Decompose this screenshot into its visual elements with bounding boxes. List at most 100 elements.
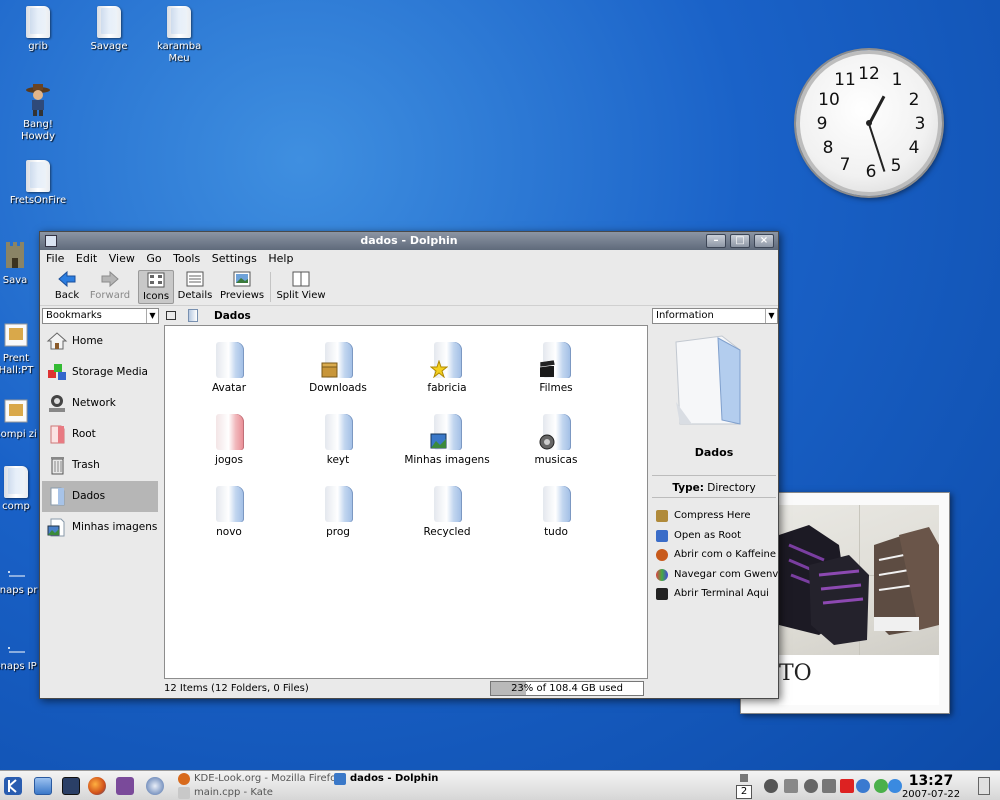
menu-settings[interactable]: Settings [212, 252, 257, 265]
clock-number: 7 [839, 155, 851, 175]
back-button[interactable]: Back [50, 270, 84, 301]
action-compress-here[interactable]: Compress Here [654, 506, 778, 526]
network-tray-icon[interactable] [804, 779, 818, 793]
menu-tools[interactable]: Tools [173, 252, 200, 265]
forward-button[interactable]: Forward [88, 270, 132, 301]
desktop-icon-label: snaps IP [0, 661, 37, 672]
folder-item[interactable]: keyt [288, 414, 388, 466]
folder-item[interactable]: tudo [506, 486, 606, 538]
menu-help[interactable]: Help [268, 252, 293, 265]
trash-applet-icon[interactable] [978, 777, 990, 795]
dolphin-window[interactable]: dados - Dolphin – □ × File Edit View Go … [39, 231, 779, 699]
bookmark-dados[interactable]: Dados [42, 481, 158, 512]
file-icon [167, 6, 191, 38]
desktop-icon-karamba[interactable]: karamba Meu [143, 6, 215, 65]
desktop-icon-bang-howdy[interactable]: Bang! Howdy [2, 82, 74, 143]
folder-item[interactable]: Recycled [397, 486, 497, 538]
konsole-icon[interactable] [62, 777, 80, 795]
klipper-icon[interactable] [856, 779, 870, 793]
folder-item[interactable]: Avatar [179, 342, 279, 394]
icons-view-button[interactable]: Icons [138, 270, 174, 304]
folder-item[interactable]: fabricia [397, 342, 497, 394]
folder-name: novo [216, 526, 242, 538]
folder-item[interactable]: Downloads [288, 342, 388, 394]
information-panel-selector[interactable]: Information ▼ [652, 308, 778, 324]
icons-view-icon [147, 272, 165, 288]
folder-icon [212, 414, 246, 450]
clock-number: 8 [822, 138, 834, 158]
taskbar-clock[interactable]: 13:27 2007-07-22 [898, 773, 964, 800]
file-view[interactable]: Avatar Downloads fabricia Filmes jogos keyt Mi… [164, 325, 648, 679]
warning-icon[interactable] [840, 779, 854, 793]
bookmark-trash[interactable]: Trash [42, 450, 158, 481]
menu-edit[interactable]: Edit [76, 252, 97, 265]
image-file-icon [8, 647, 25, 653]
terminal-icon [656, 588, 668, 600]
menu-file[interactable]: File [46, 252, 64, 265]
folder-item[interactable]: prog [288, 486, 388, 538]
folder-item[interactable]: novo [179, 486, 279, 538]
clipboard-icon[interactable] [784, 779, 798, 793]
menu-view[interactable]: View [109, 252, 135, 265]
eye-icon[interactable] [764, 779, 778, 793]
bookmark-home[interactable]: Home [42, 326, 158, 357]
location-breadcrumb[interactable]: Dados [214, 308, 251, 324]
forward-arrow-icon [101, 270, 119, 288]
window-menu-icon[interactable] [45, 235, 57, 247]
tray-app-icon[interactable] [874, 779, 888, 793]
root-folder-icon [50, 425, 65, 444]
folder-item[interactable]: Filmes [506, 342, 606, 394]
clock-number: 1 [891, 70, 903, 90]
desktop-icon[interactable] [34, 777, 52, 795]
action-open-terminal[interactable]: Abrir Terminal Aqui [654, 584, 778, 604]
package-icon [4, 323, 28, 347]
task-kate[interactable]: main.cpp - Kate [178, 786, 273, 800]
info-item-name: Dados [694, 446, 734, 459]
bookmarks-panel-selector[interactable]: Bookmarks ▼ [42, 308, 159, 324]
desktop-icon-fretsonfire[interactable]: FretsOnFire [2, 160, 74, 207]
kopete-icon[interactable] [116, 777, 134, 795]
info-separator [652, 475, 776, 476]
firefox-icon[interactable] [88, 777, 106, 795]
bookmark-network[interactable]: Network [42, 388, 158, 419]
maximize-button[interactable]: □ [730, 234, 750, 248]
details-view-button[interactable]: Details [176, 270, 214, 301]
bookmark-root[interactable]: Root [42, 419, 158, 450]
chevron-down-icon: ▼ [146, 309, 158, 323]
desktop-icon-label: comp [2, 501, 30, 512]
clock-pin [866, 120, 872, 126]
location-bar[interactable]: Dados [164, 308, 648, 324]
folder-icon [212, 486, 246, 522]
toolbar-separator [270, 272, 271, 302]
pager-top-icon [740, 774, 748, 782]
konqueror-icon[interactable] [146, 777, 164, 795]
folder-item[interactable]: jogos [179, 414, 279, 466]
kmix-icon[interactable] [822, 779, 836, 793]
desktop-icon-sava[interactable]: Sava [0, 238, 38, 287]
kde-menu-icon[interactable] [4, 777, 22, 795]
task-dolphin[interactable]: dados - Dolphin [334, 772, 438, 786]
task-firefox[interactable]: KDE-Look.org - Mozilla Firefox [178, 772, 342, 786]
desktop-icon-grib[interactable]: grib [2, 6, 74, 53]
minimize-button[interactable]: – [706, 234, 726, 248]
split-view-button[interactable]: Split View [276, 270, 326, 301]
previews-button[interactable]: Previews [220, 270, 264, 301]
action-open-kaffeine[interactable]: Abrir com o Kaffeine [654, 545, 778, 565]
file-icon [26, 6, 50, 38]
desktop-icon-savage[interactable]: Savage [73, 6, 145, 53]
desktop-pager[interactable]: 2 [736, 785, 752, 799]
menu-go[interactable]: Go [146, 252, 161, 265]
title-bar[interactable]: dados - Dolphin – □ × [40, 232, 778, 250]
folder-item[interactable]: musicas [506, 414, 606, 466]
folder-name: Minhas imagens [404, 454, 490, 466]
analog-clock-widget[interactable]: 12 1 2 3 4 5 6 7 8 9 10 11 [796, 50, 942, 196]
bookmark-storage-media[interactable]: Storage Media [42, 357, 158, 388]
desktop-icon-label: karamba Meu [157, 41, 202, 64]
action-open-as-root[interactable]: Open as Root [654, 526, 778, 546]
desktop-icon-label: Savage [90, 41, 128, 52]
bookmark-minhas-imagens[interactable]: Minhas imagens [42, 512, 158, 543]
action-browse-gwenview[interactable]: Navegar com Gwenview [654, 565, 778, 585]
close-button[interactable]: × [754, 234, 774, 248]
folder-item[interactable]: Minhas imagens [397, 414, 497, 466]
toggle-editable-location-icon[interactable] [166, 311, 176, 320]
